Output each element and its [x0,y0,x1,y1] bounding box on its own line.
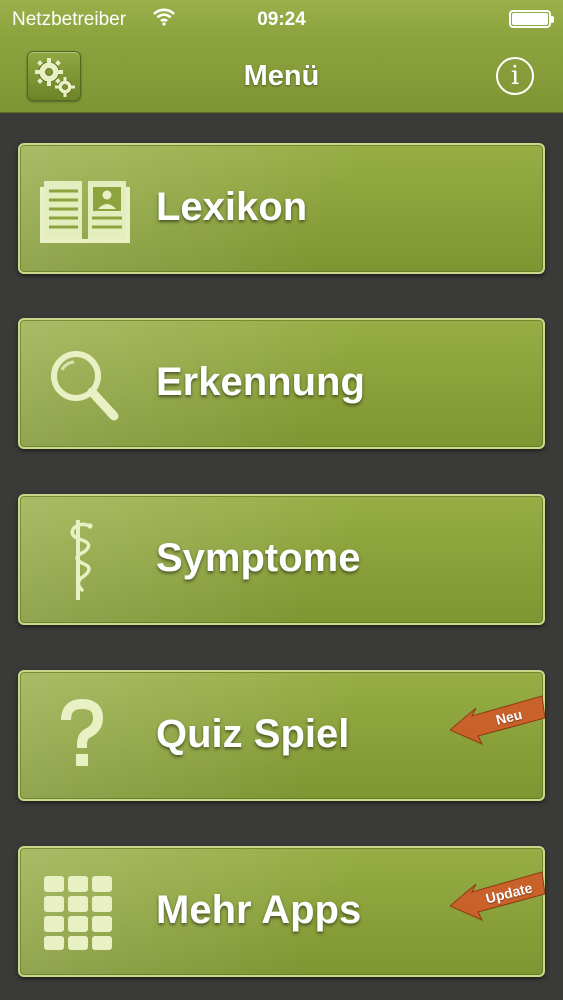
update-badge: Update [450,868,545,930]
menu-label-mehr-apps: Mehr Apps [156,888,362,932]
new-badge: Neu [450,692,545,754]
menu-button-lexikon[interactable]: Lexikon [18,143,545,274]
menu-button-quiz-spiel[interactable]: Quiz Spiel Neu [18,670,545,801]
menu-button-symptome[interactable]: Symptome [18,494,545,625]
open-book-icon [40,169,130,249]
page-title: Menü [243,60,320,92]
apps-grid-icon [40,872,130,952]
menu-button-erkennung[interactable]: Erkennung [18,318,545,449]
caduceus-icon [40,520,130,600]
menu-label-lexikon: Lexikon [156,185,308,229]
navigation-bar: Menü i [0,40,563,113]
menu-label-quiz-spiel: Quiz Spiel [156,712,350,756]
battery-icon [509,10,554,28]
clock: 09:24 [257,9,306,30]
menu-label-symptome: Symptome [156,536,361,580]
status-bar: Netzbetreiber 09:24 [0,0,563,40]
info-button[interactable]: i [496,57,534,95]
menu-label-erkennung: Erkennung [156,360,365,404]
magnifier-icon [40,344,130,424]
menu-button-mehr-apps[interactable]: Mehr Apps Update [18,846,545,977]
question-mark-icon [40,696,130,776]
